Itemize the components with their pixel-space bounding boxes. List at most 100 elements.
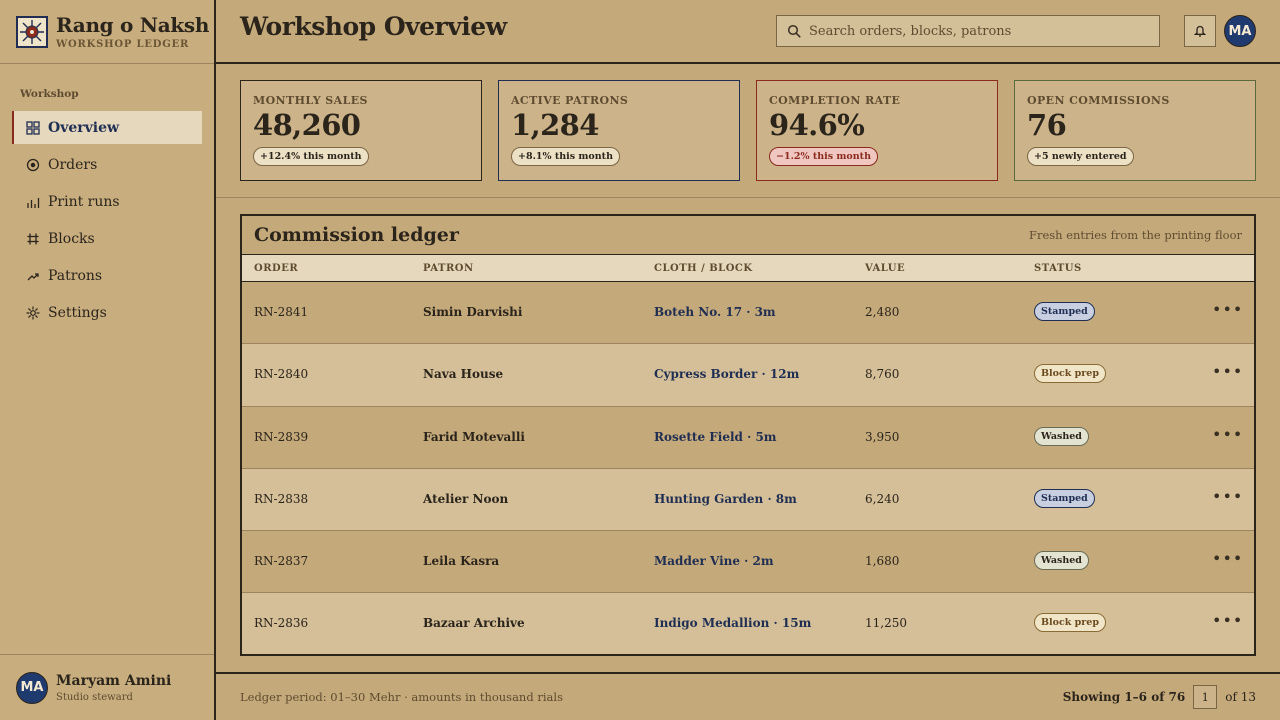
more-options-icon[interactable]: ••• [1212, 611, 1243, 630]
stat-label: OPEN COMMISSIONS [1027, 94, 1170, 107]
sidebar-item-overview[interactable]: Overview [12, 111, 202, 144]
search-input[interactable] [809, 23, 1149, 39]
page-number-input[interactable]: 1 [1193, 685, 1218, 709]
total-pages: of 13 [1225, 690, 1256, 704]
order-id: RN-2839 [254, 429, 309, 444]
notifications-button[interactable] [1184, 15, 1216, 47]
cloth-block-link[interactable]: Rosette Field · 5m [654, 430, 777, 444]
order-id: RN-2836 [254, 616, 309, 631]
order-value: 8,760 [865, 367, 900, 382]
brand[interactable]: Rang o Naksh WORKSHOP LEDGER [0, 0, 214, 64]
app-subtitle: WORKSHOP LEDGER [56, 38, 190, 50]
sidebar: Rang o Naksh WORKSHOP LEDGER Workshop Ov… [0, 0, 216, 720]
sidebar-item-patrons[interactable]: Patrons [12, 259, 202, 292]
avatar: MA [16, 671, 48, 704]
order-id: RN-2838 [254, 491, 309, 506]
order-value: 11,250 [865, 616, 907, 631]
header-avatar[interactable]: MA [1224, 15, 1256, 47]
stat-label: COMPLETION RATE [769, 94, 901, 107]
sidebar-nav: Overview Orders Print runs Blocks Patron… [12, 111, 202, 333]
cloth-block-link[interactable]: Indigo Medallion · 15m [654, 616, 811, 630]
top-bar: Workshop Overview MA [216, 0, 1280, 64]
stats-row: MONTHLY SALES 48,260 +12.4% this month A… [240, 80, 1256, 181]
table-row[interactable]: RN-2838 Atelier Noon Hunting Garden · 8m… [242, 468, 1254, 532]
stat-card-completion-rate[interactable]: COMPLETION RATE 94.6% −1.2% this month [756, 80, 998, 181]
hash-icon [26, 232, 40, 246]
search-bar[interactable] [776, 15, 1160, 47]
order-value: 6,240 [865, 491, 900, 506]
patron-name: Simin Darvishi [423, 305, 523, 319]
table-row[interactable]: RN-2839 Farid Motevalli Rosette Field · … [242, 406, 1254, 469]
order-value: 3,950 [865, 429, 900, 444]
ledger-header: Commission ledger Fresh entries from the… [242, 216, 1254, 254]
sidebar-item-print-runs[interactable]: Print runs [12, 185, 202, 218]
cloth-block-link[interactable]: Madder Vine · 2m [654, 554, 774, 568]
order-value: 1,680 [865, 554, 900, 569]
status-badge: Block prep [1034, 364, 1106, 384]
grid-icon [26, 120, 40, 135]
column-header-cloth-block[interactable]: CLOTH / BLOCK [654, 263, 753, 274]
more-options-icon[interactable]: ••• [1212, 300, 1243, 319]
stat-value: 94.6% [769, 108, 865, 142]
sidebar-item-label: Blocks [48, 230, 95, 247]
stat-delta-badge: −1.2% this month [769, 147, 878, 166]
stat-delta-badge: +12.4% this month [253, 147, 369, 166]
order-id: RN-2837 [254, 554, 309, 569]
trend-icon [26, 269, 40, 283]
status-badge: Stamped [1034, 302, 1095, 321]
order-id: RN-2840 [254, 367, 309, 382]
bell-icon [1193, 22, 1207, 41]
table-row[interactable]: RN-2840 Nava House Cypress Border · 12m … [242, 344, 1254, 407]
stat-card-open-commissions[interactable]: OPEN COMMISSIONS 76 +5 newly entered [1014, 80, 1256, 181]
sidebar-item-label: Settings [48, 304, 107, 321]
sidebar-item-label: Patrons [48, 267, 103, 284]
more-options-icon[interactable]: ••• [1212, 425, 1243, 444]
status-badge: Washed [1034, 551, 1089, 571]
stat-value: 76 [1027, 108, 1067, 142]
cloth-block-link[interactable]: Hunting Garden · 8m [654, 492, 797, 506]
bar-chart-icon [26, 195, 40, 209]
stat-value: 48,260 [253, 108, 361, 142]
more-options-icon[interactable]: ••• [1212, 487, 1243, 506]
search-icon [787, 24, 801, 38]
stat-card-active-patrons[interactable]: ACTIVE PATRONS 1,284 +8.1% this month [498, 80, 740, 181]
column-header-value[interactable]: VALUE [865, 263, 905, 274]
ledger-subtitle: Fresh entries from the printing floor [1028, 228, 1242, 242]
table-header: ORDER PATRON CLOTH / BLOCK VALUE STATUS [242, 254, 1254, 282]
sidebar-item-settings[interactable]: Settings [12, 296, 202, 329]
order-id: RN-2841 [254, 305, 309, 319]
column-header-status[interactable]: STATUS [1034, 263, 1082, 274]
footer-bar: Ledger period: 01–30 Mehr · amounts in t… [216, 672, 1280, 720]
app-name: Rang o Naksh [56, 12, 210, 37]
column-header-patron[interactable]: PATRON [423, 263, 474, 274]
patron-name: Leila Kasra [423, 554, 500, 569]
patron-name: Farid Motevalli [423, 429, 525, 444]
table-row[interactable]: RN-2837 Leila Kasra Madder Vine · 2m 1,6… [242, 531, 1254, 594]
user-profile[interactable]: MA Maryam Amini Studio steward [0, 654, 214, 720]
more-options-icon[interactable]: ••• [1212, 362, 1243, 381]
patron-name: Bazaar Archive [423, 616, 525, 631]
stat-value: 1,284 [511, 108, 599, 142]
user-name: Maryam Amini [56, 672, 172, 689]
sidebar-item-blocks[interactable]: Blocks [12, 222, 202, 255]
stat-delta-badge: +5 newly entered [1027, 147, 1134, 166]
commission-ledger: Commission ledger Fresh entries from the… [240, 214, 1256, 656]
cloth-block-link[interactable]: Boteh No. 17 · 3m [654, 305, 776, 319]
ledger-title: Commission ledger [254, 224, 459, 246]
column-header-order[interactable]: ORDER [254, 263, 298, 274]
status-badge: Washed [1034, 426, 1089, 446]
table-body: RN-2841 Simin Darvishi Boteh No. 17 · 3m… [242, 282, 1254, 654]
cloth-block-link[interactable]: Cypress Border · 12m [654, 367, 799, 381]
more-options-icon[interactable]: ••• [1212, 549, 1243, 568]
status-badge: Block prep [1034, 613, 1106, 633]
table-row[interactable]: RN-2841 Simin Darvishi Boteh No. 17 · 3m… [242, 282, 1254, 345]
gear-icon [26, 305, 40, 320]
table-row[interactable]: RN-2836 Bazaar Archive Indigo Medallion … [242, 593, 1254, 654]
stat-card-monthly-sales[interactable]: MONTHLY SALES 48,260 +12.4% this month [240, 80, 482, 181]
sidebar-item-label: Overview [48, 119, 120, 136]
pagination: Showing 1–6 of 76 1 of 13 [1063, 685, 1256, 709]
stat-label: ACTIVE PATRONS [511, 94, 629, 107]
stat-label: MONTHLY SALES [253, 94, 368, 107]
section-divider [216, 197, 1280, 198]
sidebar-item-orders[interactable]: Orders [12, 148, 202, 181]
